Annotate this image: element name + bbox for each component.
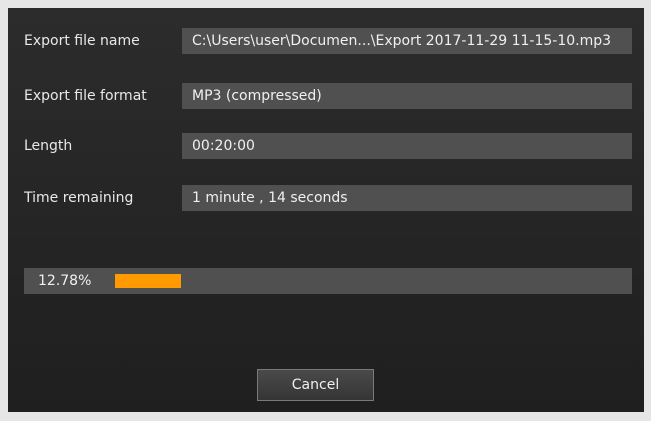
export-file-name-label: Export file name [24,33,140,49]
time-remaining-value: 1 minute , 14 seconds [182,185,632,211]
field-export-file-format: Export file format MP3 (compressed) [8,83,644,109]
progress-percent-text: 12.78% [38,273,92,289]
field-time-remaining: Time remaining 1 minute , 14 seconds [8,185,644,211]
export-file-format-label: Export file format [24,88,147,104]
export-file-format-value: MP3 (compressed) [182,83,632,109]
field-export-file-name: Export file name C:\Users\user\Documen..… [8,28,644,54]
length-value: 00:20:00 [182,133,632,159]
field-length: Length 00:20:00 [8,133,644,159]
export-progress-bar: 12.78% [24,268,632,294]
export-progress-dialog: Export file name C:\Users\user\Documen..… [8,8,644,412]
cancel-button[interactable]: Cancel [257,369,374,401]
progress-fill-area [115,274,632,288]
length-label: Length [24,138,73,154]
progress-fill [115,274,182,288]
export-file-name-value: C:\Users\user\Documen...\Export 2017-11-… [182,28,632,54]
time-remaining-label: Time remaining [24,190,134,206]
